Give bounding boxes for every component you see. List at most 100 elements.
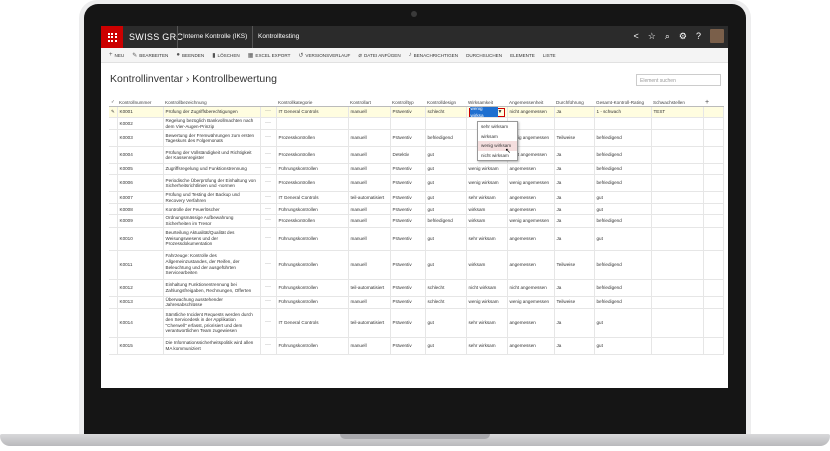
more-icon[interactable]: ··· [260, 146, 277, 165]
cell-cat[interactable]: Prozesskontrollen [276, 214, 349, 228]
cell-typ[interactable] [390, 117, 426, 131]
cell-ang[interactable]: wenig angemessen [507, 174, 555, 193]
cell-typ[interactable]: Präventiv [390, 214, 426, 228]
cell-art[interactable]: manuell [348, 296, 391, 309]
col-header[interactable]: Wirksamkeit [466, 98, 507, 107]
cell-schwach[interactable] [651, 296, 704, 309]
more-icon[interactable]: ··· [260, 279, 277, 297]
cell-cat[interactable]: Prozesskontrollen [276, 129, 349, 148]
cell-art[interactable] [348, 117, 391, 131]
cell-durch[interactable]: Ja [554, 146, 595, 165]
cell-wirk[interactable]: wirksam [466, 214, 508, 228]
cell-wirk[interactable]: sehr wirksam [466, 308, 508, 338]
cell-wirk-editor[interactable]: wenig wirksa ▼ [466, 106, 508, 118]
more-icon[interactable]: ··· [260, 337, 277, 355]
items-button[interactable]: ELEMENTE [510, 53, 535, 58]
cell-ang[interactable]: angemessen [507, 308, 555, 338]
table-row[interactable]: K0006 Periodische Überprüfung der Einhal… [109, 174, 724, 193]
cell-cat[interactable]: IT General Controls [276, 106, 349, 118]
dropdown-option-highlighted[interactable]: wenig wirksam [478, 141, 517, 151]
table-row[interactable]: K0005 Zugriffsregelung und Funktionstren… [109, 163, 724, 176]
cell-typ[interactable]: Präventiv [390, 191, 426, 205]
cell-wirk[interactable]: sehr wirksam [466, 337, 508, 355]
dropdown-arrow-icon[interactable]: ▼ [498, 109, 504, 116]
cell-rating[interactable]: gut [594, 337, 652, 355]
dropdown-option[interactable]: sehr wirksam [478, 122, 517, 132]
cell-wirk[interactable]: wirksam [466, 250, 508, 280]
col-header[interactable]: Gesamt-Kontroll-Rating [594, 98, 651, 107]
cell-ang[interactable]: angemessen [507, 203, 555, 216]
cell-schwach[interactable] [651, 163, 704, 176]
cell-design[interactable]: gut [425, 191, 467, 205]
cell-art[interactable]: manuell [348, 146, 391, 165]
cell-ang[interactable]: wenig angemessen [507, 296, 555, 309]
cell-cat[interactable]: Führungskontrollen [276, 163, 349, 176]
add-column-icon[interactable]: + [703, 98, 723, 107]
nav-kontrolltesting[interactable]: Kontrolltesting [252, 26, 304, 48]
cell-schwach[interactable] [651, 308, 704, 338]
cell-durch[interactable]: Ja [554, 308, 595, 338]
cell-cat[interactable]: Führungskontrollen [276, 250, 349, 280]
more-icon[interactable]: ··· [260, 203, 277, 216]
delete-button[interactable]: ▮ LÖSCHEN [212, 52, 240, 59]
cell-art[interactable]: teil-automatisiert [348, 279, 391, 297]
search-button[interactable]: DURCHSUCHEN [466, 53, 502, 58]
table-row[interactable]: K0015 Die Informationssicherheitspolitik… [109, 337, 724, 355]
cell-wirk[interactable]: nicht wirksam [466, 279, 508, 297]
more-icon[interactable]: ··· [260, 191, 277, 205]
cell-typ[interactable]: Präventiv [390, 163, 426, 176]
cell-design[interactable]: schlecht [425, 279, 467, 297]
search-icon[interactable]: ⌕ [665, 31, 670, 42]
table-row[interactable]: K0012 Einhaltung Funktionentrennung bei … [109, 279, 724, 297]
cell-typ[interactable]: Präventiv [390, 129, 426, 148]
more-icon[interactable]: ··· [260, 129, 277, 148]
cell-ang[interactable]: angemessen [507, 250, 555, 280]
cell-rating[interactable]: gut [594, 191, 652, 205]
cell-design[interactable]: gut [425, 163, 467, 176]
cell-cat[interactable]: Prozesskontrollen [276, 146, 349, 165]
cell-schwach[interactable] [651, 117, 704, 131]
star-icon[interactable]: ☆ [648, 31, 656, 42]
cell-cat[interactable]: Führungskontrollen [276, 337, 349, 355]
col-header[interactable]: Angemessenheit [507, 98, 554, 107]
more-icon[interactable]: ··· [260, 214, 277, 228]
cell-durch[interactable]: Ja [554, 203, 595, 216]
col-header[interactable]: Kontrollbezeichnung [163, 98, 260, 107]
cell-wirk[interactable]: wenig wirksam [466, 174, 508, 193]
attach-file-button[interactable]: ⌀ DATEI ANFÜGEN [358, 52, 400, 59]
share-icon[interactable]: < [634, 31, 639, 41]
more-icon[interactable]: ··· [260, 163, 277, 176]
cell-cat[interactable]: Prozesskontrollen [276, 174, 349, 193]
col-header[interactable]: Kontrolldesign [425, 98, 466, 107]
cell-rating[interactable]: befriedigend [594, 146, 652, 165]
check-icon[interactable]: ✓ [109, 98, 117, 107]
cell-schwach[interactable] [651, 214, 704, 228]
wirksamkeit-select[interactable]: wenig wirksa ▼ [468, 106, 505, 117]
cell-art[interactable]: manuell [348, 337, 391, 355]
col-header[interactable]: Schwachstellen [651, 98, 703, 107]
wirksamkeit-dropdown[interactable]: sehr wirksam wirksam wenig wirksam nicht… [477, 121, 518, 161]
more-icon[interactable]: ··· [260, 106, 277, 118]
cell-typ[interactable]: Präventiv [390, 296, 426, 309]
notify-button[interactable]: ♪ BENACHRICHTIGEN [409, 52, 458, 58]
table-row[interactable]: K0003 Bewertung der Fremwährungen zum er… [109, 129, 724, 148]
cell-rating[interactable]: befriedigend [594, 129, 652, 148]
cell-durch[interactable]: Ja [554, 279, 595, 297]
cell-wirk[interactable]: wirksam [466, 203, 508, 216]
col-header[interactable]: Kontrollart [348, 98, 390, 107]
cell-typ[interactable]: Präventiv [390, 250, 426, 280]
cell-wirk[interactable]: wenig wirksam [466, 296, 508, 309]
cell-typ[interactable]: Präventiv [390, 227, 426, 251]
cell-typ[interactable]: Präventiv [390, 279, 426, 297]
col-header[interactable]: Kontrolltyp [390, 98, 425, 107]
table-row[interactable]: K0007 Prüfung und Testing der Backup und… [109, 191, 724, 205]
dropdown-option[interactable]: wirksam [478, 132, 517, 142]
cell-ang[interactable]: angemessen [507, 337, 555, 355]
col-header[interactable]: Durchführung [554, 98, 594, 107]
edit-pencil-icon[interactable]: ✎ [109, 106, 118, 118]
table-row[interactable]: K0011 Fahrzeuge: Kontrolle des Allgemein… [109, 250, 724, 280]
cell-durch[interactable]: Ja [554, 174, 595, 193]
cell-rating[interactable]: befriedigend [594, 174, 652, 193]
cell-ang[interactable]: nicht angemessen [507, 106, 555, 118]
cell-design[interactable]: gut [425, 337, 467, 355]
